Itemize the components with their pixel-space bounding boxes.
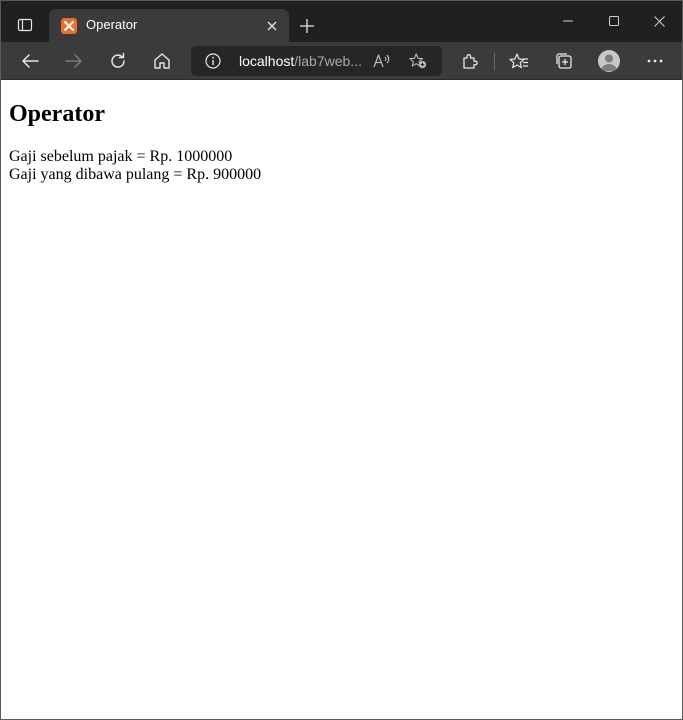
salary-before-tax-text: Gaji sebelum pajak = Rp. 1000000: [9, 148, 233, 165]
close-icon: [267, 21, 277, 31]
tab-actions-icon: [17, 18, 33, 32]
forward-button[interactable]: [59, 47, 89, 75]
add-favorite-button[interactable]: [409, 52, 427, 70]
address-bar[interactable]: localhost/lab7web...: [191, 46, 442, 76]
star-add-icon: [409, 53, 427, 69]
address-text[interactable]: localhost/lab7web...: [239, 53, 362, 69]
minimize-button[interactable]: [551, 7, 585, 35]
profile-avatar[interactable]: [598, 50, 620, 72]
favorites-button[interactable]: [504, 47, 534, 75]
take-home-salary-text: Gaji yang dibawa pulang = Rp. 900000: [9, 166, 262, 183]
page-content: Operator Gaji sebelum pajak = Rp. 100000…: [1, 81, 682, 719]
extensions-button[interactable]: [455, 47, 485, 75]
back-button[interactable]: [15, 47, 45, 75]
arrow-left-icon: [22, 54, 39, 68]
address-host: localhost: [239, 53, 295, 69]
read-aloud-button[interactable]: [373, 52, 391, 70]
more-horizontal-icon: [647, 59, 663, 63]
refresh-button[interactable]: [103, 47, 133, 75]
browser-window: Operator localhost/lab7web... Operator G…: [0, 0, 683, 720]
tab-active[interactable]: Operator: [49, 9, 289, 42]
tab-strip: Operator: [1, 1, 682, 42]
home-button[interactable]: [147, 47, 177, 75]
collections-icon: [556, 53, 572, 69]
minimize-icon: [563, 20, 573, 22]
maximize-icon: [609, 16, 619, 26]
read-aloud-icon: [373, 54, 390, 68]
page-title: Operator: [9, 101, 105, 127]
tab-actions-button[interactable]: [11, 11, 39, 39]
close-icon: [653, 15, 665, 27]
puzzle-icon: [463, 54, 478, 69]
collections-button[interactable]: [549, 47, 579, 75]
plus-icon: [300, 19, 314, 33]
info-icon[interactable]: [205, 53, 221, 69]
more-options-button[interactable]: [640, 47, 670, 75]
arrow-right-icon: [65, 54, 82, 68]
tab-close-button[interactable]: [262, 16, 282, 36]
person-icon: [601, 54, 617, 71]
browser-toolbar: localhost/lab7web...: [1, 42, 682, 80]
address-path: /lab7web...: [294, 53, 362, 69]
window-close-button[interactable]: [642, 7, 676, 35]
new-tab-button[interactable]: [294, 13, 320, 39]
toolbar-divider: [494, 53, 495, 70]
maximize-button[interactable]: [597, 7, 631, 35]
tab-title: Operator: [86, 17, 138, 32]
xampp-icon: [61, 18, 77, 34]
favorites-icon: [509, 53, 528, 69]
home-icon: [154, 53, 170, 69]
refresh-icon: [111, 52, 125, 68]
